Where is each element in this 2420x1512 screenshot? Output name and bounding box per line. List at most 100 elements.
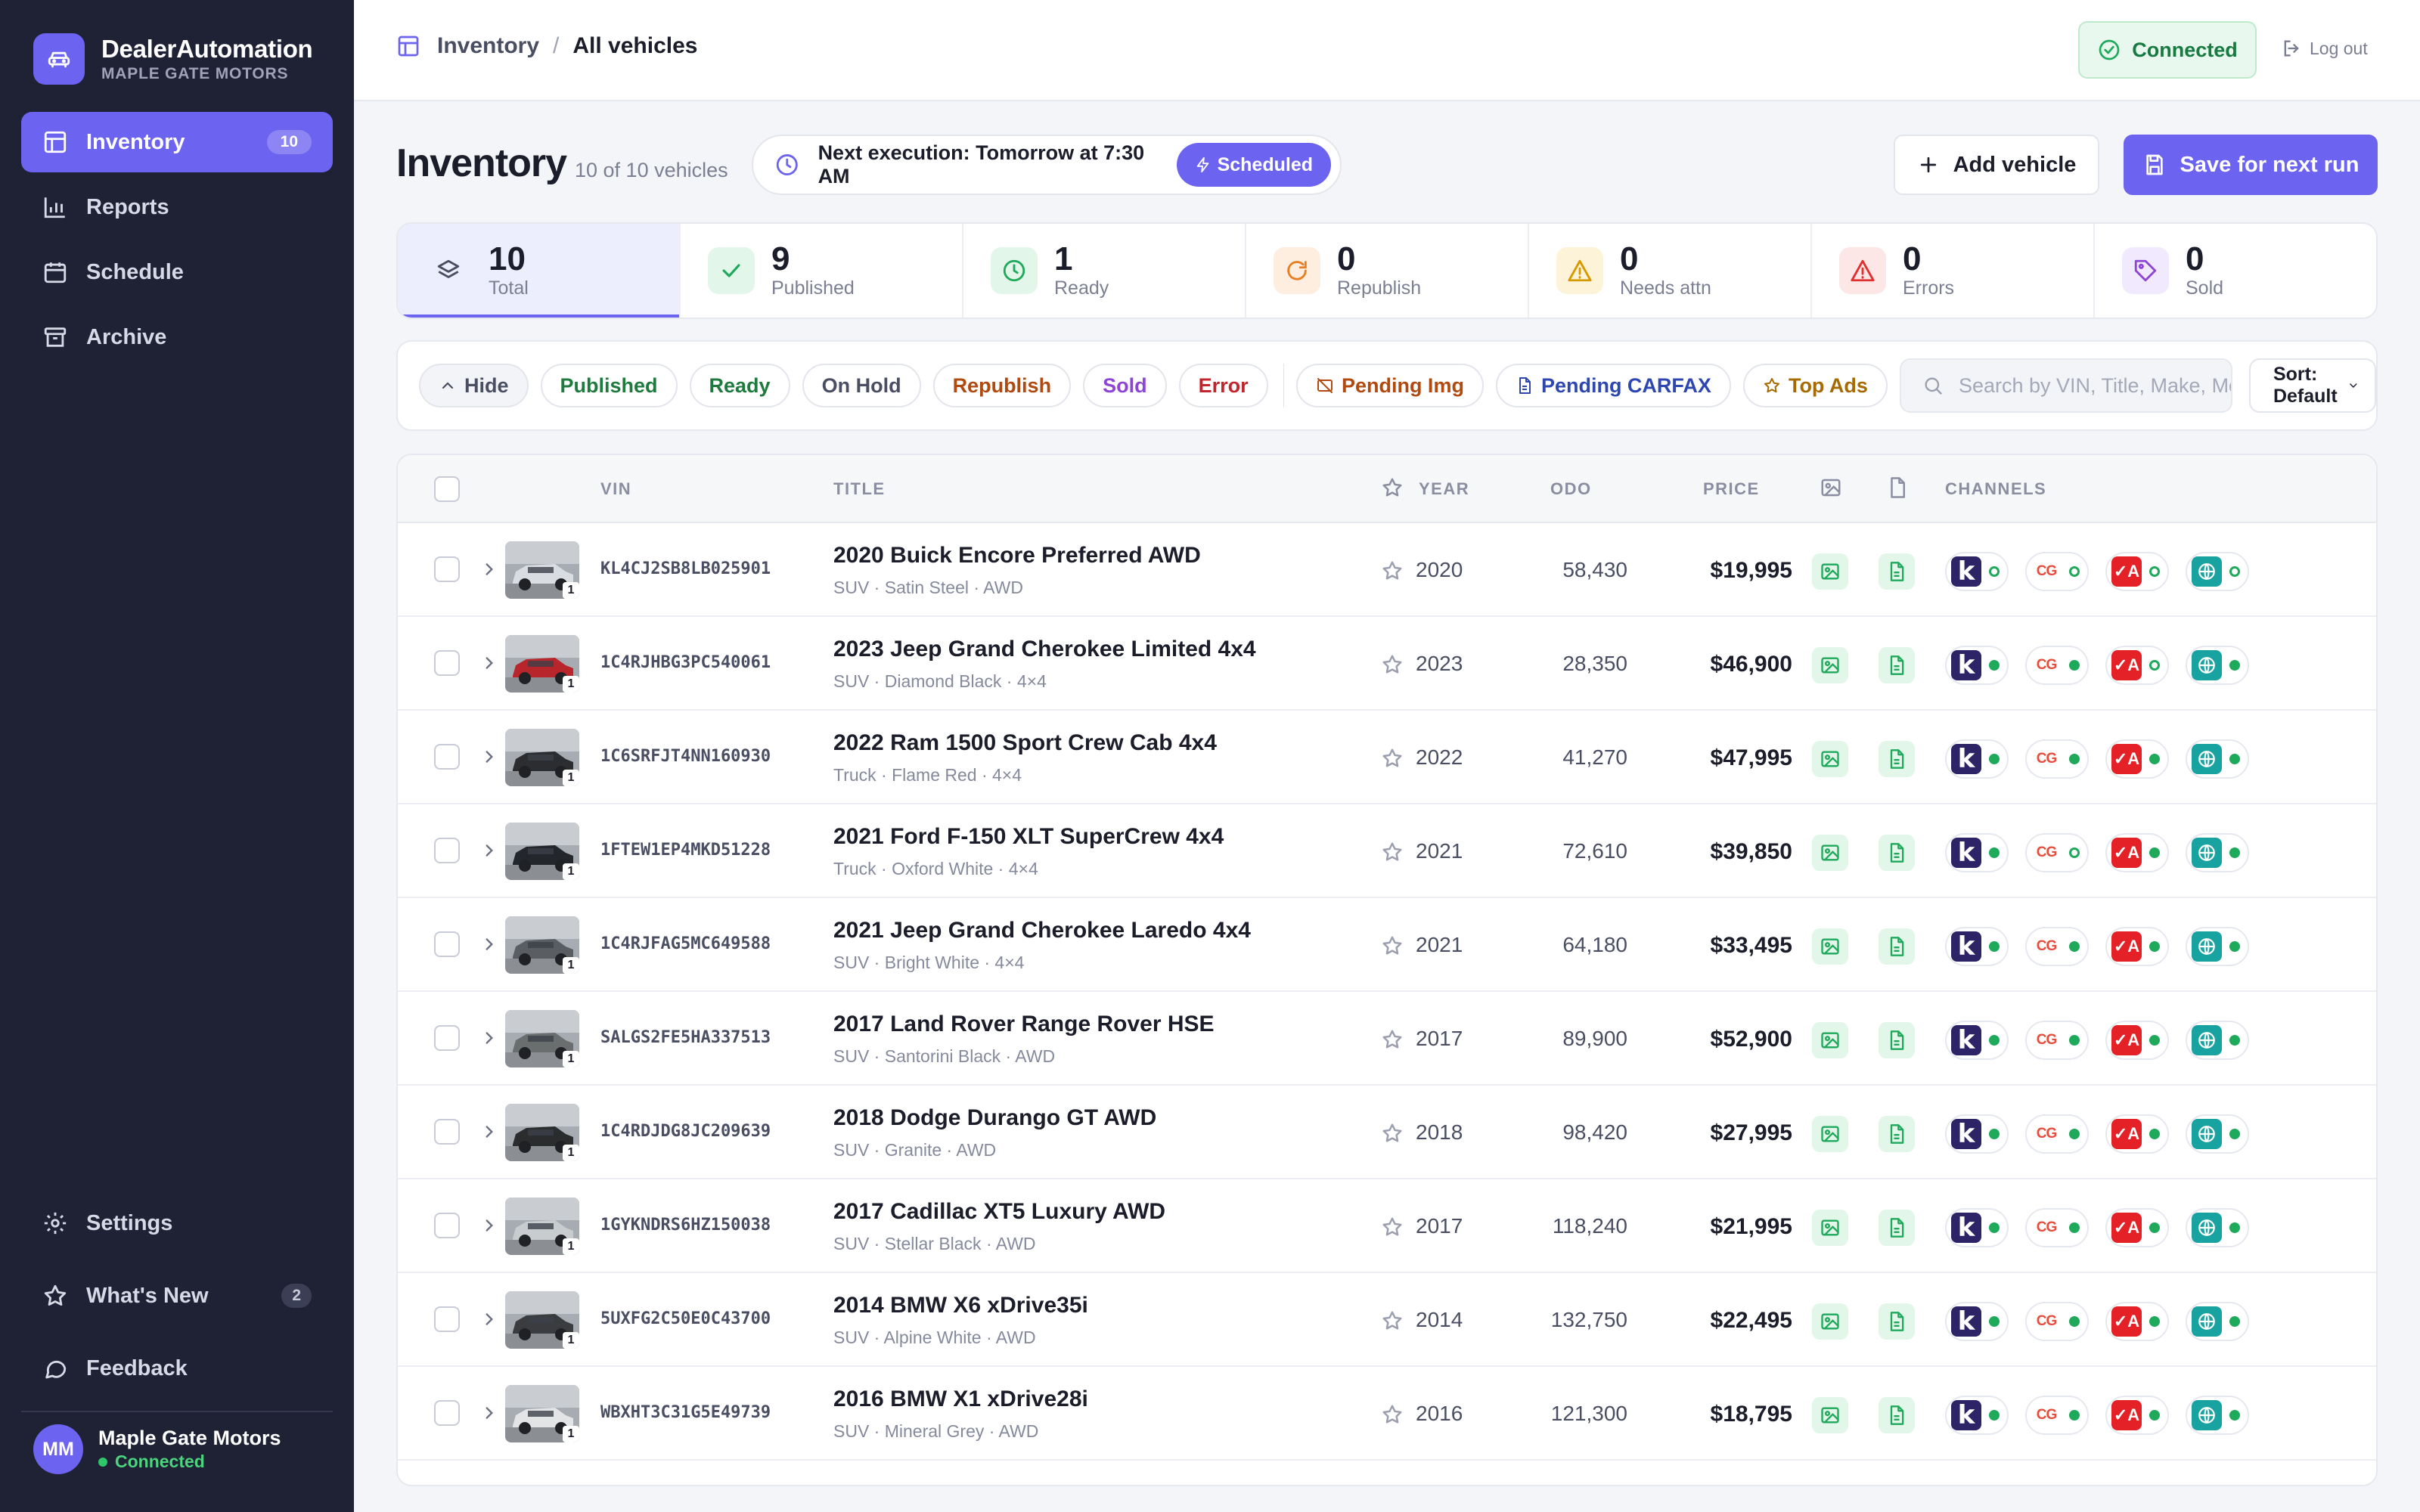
star-icon[interactable] [1381, 1122, 1404, 1145]
column-header-title[interactable]: TITLE [833, 479, 886, 499]
row-checkbox[interactable] [434, 931, 460, 957]
channel-autotrader[interactable]: ✓ A [2105, 927, 2169, 966]
image-status-icon[interactable] [1812, 647, 1848, 683]
filter-chip-ready[interactable]: Ready [689, 364, 790, 407]
sidebar-item-archive[interactable]: Archive [21, 307, 333, 367]
star-icon[interactable] [1381, 747, 1404, 770]
table-row[interactable]: 1 1C4RDJDG8JC209639 2018 Dodge Durango G… [398, 1086, 2376, 1179]
row-checkbox[interactable] [434, 650, 460, 676]
channel-website[interactable] [2186, 1021, 2249, 1060]
vehicle-title[interactable]: 2022 Ram 1500 Sport Crew Cab 4x4 [833, 730, 1217, 756]
chevron-right-icon[interactable] [479, 1122, 499, 1142]
channel-autotrader[interactable]: ✓ A [2105, 552, 2169, 591]
star-icon[interactable] [1381, 559, 1404, 582]
channel-website[interactable] [2186, 552, 2249, 591]
channel-website[interactable] [2186, 646, 2249, 685]
image-status-icon[interactable] [1812, 1397, 1848, 1433]
vehicle-title[interactable]: 2021 Ford F-150 XLT SuperCrew 4x4 [833, 824, 1224, 850]
carfax-status-icon[interactable] [1879, 553, 1915, 590]
channel-cargurus[interactable]: CG [2025, 1021, 2089, 1060]
channel-kijiji[interactable]: k [1945, 1021, 2009, 1060]
channel-kijiji[interactable]: k [1945, 1302, 2009, 1341]
table-row[interactable]: 1 5UXFG2C50E0C43700 2014 BMW X6 xDrive35… [398, 1273, 2376, 1367]
chevron-right-icon[interactable] [479, 1403, 499, 1423]
table-row[interactable]: 1 1C4RJHBG3PC540061 2023 Jeep Grand Cher… [398, 617, 2376, 711]
carfax-status-icon[interactable] [1879, 741, 1915, 777]
image-status-icon[interactable] [1812, 1116, 1848, 1152]
column-header-price[interactable]: PRICE [1703, 479, 1760, 499]
add-vehicle-button[interactable]: Add vehicle [1894, 135, 2099, 195]
carfax-status-icon[interactable] [1879, 647, 1915, 683]
filter-chip-pending-carfax[interactable]: Pending CARFAX [1495, 364, 1731, 407]
vehicle-title[interactable]: 2021 Jeep Grand Cherokee Laredo 4x4 [833, 918, 1251, 943]
star-icon[interactable] [1381, 653, 1404, 676]
filter-chip-error[interactable]: Error [1178, 364, 1268, 407]
column-header-year[interactable]: YEAR [1419, 479, 1469, 499]
scheduled-badge[interactable]: Scheduled [1176, 143, 1331, 187]
search-input[interactable] [1958, 373, 2231, 398]
vehicle-thumbnail[interactable]: 1 [505, 729, 579, 786]
row-checkbox[interactable] [434, 838, 460, 863]
channel-cargurus[interactable]: CG [2025, 739, 2089, 779]
vehicle-thumbnail[interactable]: 1 [505, 1198, 579, 1255]
star-icon[interactable] [1381, 1028, 1404, 1051]
table-row[interactable]: 1 SALGS2FE5HA337513 2017 Land Rover Rang… [398, 992, 2376, 1086]
stat-needs-attn[interactable]: 0 Needs attn [1529, 224, 1812, 318]
logout-button[interactable]: Log out [2281, 38, 2368, 59]
channel-kijiji[interactable]: k [1945, 1396, 2009, 1435]
channel-autotrader[interactable]: ✓ A [2105, 739, 2169, 779]
star-icon[interactable] [1381, 841, 1404, 863]
sidebar-item-inventory[interactable]: Inventory 10 [21, 112, 333, 172]
breadcrumb-inventory[interactable]: Inventory [437, 33, 539, 59]
table-row[interactable]: 1 1C6SRFJT4NN160930 2022 Ram 1500 Sport … [398, 711, 2376, 804]
channel-kijiji[interactable]: k [1945, 1208, 2009, 1247]
channel-cargurus[interactable]: CG [2025, 1302, 2089, 1341]
vehicle-title[interactable]: 2014 BMW X6 xDrive35i [833, 1293, 1088, 1318]
carfax-status-icon[interactable] [1879, 1397, 1915, 1433]
chevron-right-icon[interactable] [479, 1028, 499, 1048]
channel-kijiji[interactable]: k [1945, 739, 2009, 779]
row-checkbox[interactable] [434, 1119, 460, 1145]
filter-chip-top-ads[interactable]: Top Ads [1742, 364, 1888, 407]
carfax-status-icon[interactable] [1879, 1022, 1915, 1058]
vehicle-thumbnail[interactable]: 1 [505, 916, 579, 974]
carfax-status-icon[interactable] [1879, 835, 1915, 871]
carfax-status-icon[interactable] [1879, 1116, 1915, 1152]
channel-autotrader[interactable]: ✓ A [2105, 1114, 2169, 1154]
star-icon[interactable] [1381, 1403, 1404, 1426]
channel-cargurus[interactable]: CG [2025, 1396, 2089, 1435]
connection-status-badge[interactable]: Connected [2078, 21, 2257, 79]
chevron-right-icon[interactable] [479, 841, 499, 860]
channel-website[interactable] [2186, 739, 2249, 779]
channel-autotrader[interactable]: ✓ A [2105, 646, 2169, 685]
table-row[interactable]: 1 1C4RJFAG5MC649588 2021 Jeep Grand Cher… [398, 898, 2376, 992]
channel-cargurus[interactable]: CG [2025, 927, 2089, 966]
sidebar-item-schedule[interactable]: Schedule [21, 242, 333, 302]
image-status-icon[interactable] [1812, 835, 1848, 871]
stat-republish[interactable]: 0 Republish [1246, 224, 1529, 318]
vehicle-thumbnail[interactable]: 1 [505, 1385, 579, 1442]
stat-sold[interactable]: 0 Sold [2095, 224, 2376, 318]
filter-chip-republish[interactable]: Republish [932, 364, 1072, 407]
row-checkbox[interactable] [434, 556, 460, 582]
row-checkbox[interactable] [434, 744, 460, 770]
image-status-icon[interactable] [1812, 553, 1848, 590]
star-icon[interactable] [1381, 1216, 1404, 1238]
channel-website[interactable] [2186, 927, 2249, 966]
vehicle-thumbnail[interactable]: 1 [505, 1010, 579, 1067]
channel-kijiji[interactable]: k [1945, 1114, 2009, 1154]
channel-kijiji[interactable]: k [1945, 833, 2009, 872]
table-row[interactable]: 1 KL4CJ2SB8LB025901 2020 Buick Encore Pr… [398, 523, 2376, 617]
chevron-right-icon[interactable] [479, 1216, 499, 1235]
image-status-icon[interactable] [1812, 741, 1848, 777]
chevron-right-icon[interactable] [479, 934, 499, 954]
channel-website[interactable] [2186, 1114, 2249, 1154]
sidebar-item-feedback[interactable]: Feedback [21, 1338, 333, 1399]
column-header-vin[interactable]: VIN [600, 479, 631, 499]
hide-filters-button[interactable]: Hide [419, 364, 529, 407]
image-status-icon[interactable] [1812, 928, 1848, 965]
row-checkbox[interactable] [434, 1213, 460, 1238]
image-status-icon[interactable] [1812, 1210, 1848, 1246]
table-row[interactable]: 1 1GYKNDRS6HZ150038 2017 Cadillac XT5 Lu… [398, 1179, 2376, 1273]
vehicle-thumbnail[interactable]: 1 [505, 1291, 579, 1349]
